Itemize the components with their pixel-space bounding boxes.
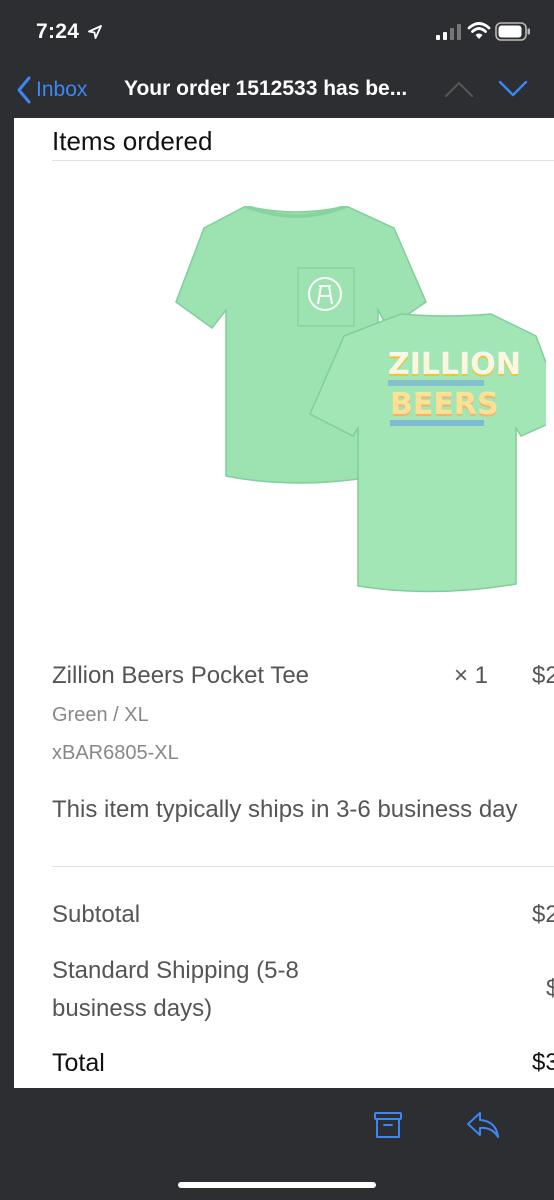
shipping-label: Standard Shipping (5-8 business days) [52, 957, 299, 1022]
location-arrow-icon [88, 25, 102, 39]
previous-message-chevron-up-icon[interactable] [444, 80, 474, 98]
shipping-amount: $ [546, 975, 554, 1002]
email-subject-title: Your order 1512533 has be... [124, 77, 408, 100]
item-name: Zillion Beers Pocket Tee [52, 662, 310, 689]
svg-text:BEERS: BEERS [390, 387, 499, 422]
status-bar: 7:24 [0, 0, 554, 62]
item-price: $2 [532, 662, 554, 689]
nav-bar: Inbox Your order 1512533 has be... [0, 62, 554, 118]
divider [52, 866, 554, 867]
item-variant: Green / XL [52, 704, 149, 726]
back-label: Inbox [36, 78, 88, 101]
t-shirt-image: ZILLION ZILLION BEERS BEERS [175, 206, 546, 593]
status-time: 7:24 [36, 20, 80, 43]
svg-text:ZILLION: ZILLION [388, 347, 521, 382]
reply-icon[interactable] [466, 1110, 500, 1140]
chevron-left-icon [17, 76, 31, 104]
item-sku: xBAR6805-XL [52, 742, 179, 764]
battery-icon [495, 22, 530, 41]
back-to-inbox-button[interactable]: Inbox [16, 74, 87, 106]
next-message-chevron-down-icon[interactable] [498, 80, 528, 98]
bottom-toolbar [0, 1088, 554, 1200]
total-amount: $3 [532, 1049, 554, 1076]
archive-icon[interactable] [373, 1110, 403, 1140]
cellular-signal-icon [436, 24, 461, 40]
home-indicator[interactable] [178, 1182, 376, 1188]
total-label: Total [52, 1049, 105, 1077]
subtotal-label: Subtotal [52, 901, 141, 928]
item-quantity: × 1 [454, 662, 489, 689]
items-ordered-heading: Items ordered [52, 126, 213, 156]
shipping-note: This item typically ships in 3-6 busines… [52, 796, 518, 823]
divider [52, 160, 554, 161]
email-body[interactable]: Items ordered ZILLION ZILLION BEERS BEER… [14, 118, 554, 1088]
wifi-icon [467, 22, 491, 39]
subtotal-amount: $2 [532, 901, 554, 928]
